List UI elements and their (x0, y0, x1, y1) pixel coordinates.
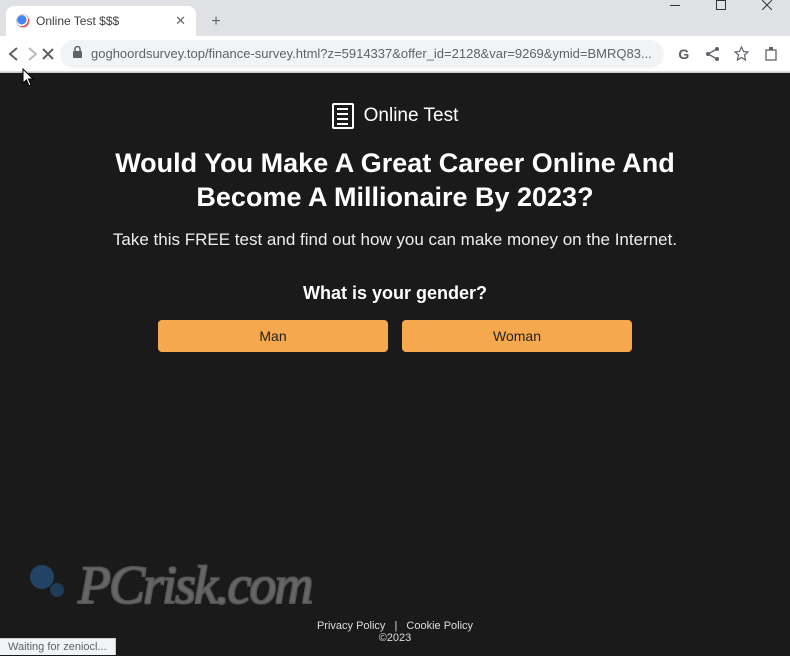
window-controls (652, 0, 790, 10)
lock-icon (72, 46, 83, 62)
share-icon[interactable] (699, 40, 727, 68)
address-bar[interactable]: goghoordsurvey.top/finance-survey.html?z… (60, 40, 664, 68)
browser-tab[interactable]: Online Test $$$ ✕ (6, 6, 196, 36)
url-text: goghoordsurvey.top/finance-survey.html?z… (91, 46, 652, 61)
watermark-text: PCrisk.com (78, 554, 311, 616)
bookmark-icon[interactable] (728, 40, 756, 68)
close-tab-icon[interactable]: ✕ (175, 13, 186, 29)
back-button[interactable] (6, 39, 22, 69)
document-icon (332, 103, 354, 129)
status-bar: Waiting for zeniocl... (0, 638, 116, 655)
survey-question: What is your gender? (0, 283, 790, 304)
brand-text: Online Test (364, 105, 459, 127)
watermark: PCrisk.com (30, 554, 311, 616)
new-tab-button[interactable]: + (202, 8, 230, 36)
stop-reload-button[interactable] (42, 39, 54, 69)
minimize-button[interactable] (652, 0, 698, 20)
toolbar: goghoordsurvey.top/finance-survey.html?z… (0, 36, 790, 72)
privacy-link[interactable]: Privacy Policy (317, 620, 385, 632)
tab-favicon (16, 14, 30, 28)
toolbar-right: G (670, 40, 790, 68)
footer-divider: | (394, 620, 397, 632)
maximize-button[interactable] (698, 0, 744, 20)
subheadline: Take this FREE test and find out how you… (0, 229, 790, 252)
copyright-text: ©2023 (379, 632, 412, 644)
profile-icon[interactable] (786, 40, 790, 68)
brand-row: Online Test (0, 103, 790, 129)
answer-row: Man Woman (0, 320, 790, 352)
headline: Would You Make A Great Career Online And… (0, 147, 790, 215)
page-content: Online Test Would You Make A Great Caree… (0, 73, 790, 656)
page-footer: Privacy Policy | Cookie Policy ©2023 (0, 620, 790, 644)
answer-man-button[interactable]: Man (158, 320, 388, 352)
google-search-icon[interactable]: G (670, 40, 698, 68)
answer-woman-button[interactable]: Woman (402, 320, 632, 352)
cookie-link[interactable]: Cookie Policy (406, 620, 473, 632)
forward-button[interactable] (24, 39, 40, 69)
tab-title: Online Test $$$ (36, 14, 169, 28)
extensions-icon[interactable] (757, 40, 785, 68)
close-window-button[interactable] (744, 0, 790, 20)
browser-chrome: Online Test $$$ ✕ + goghoordsurvey.top/f… (0, 0, 790, 73)
